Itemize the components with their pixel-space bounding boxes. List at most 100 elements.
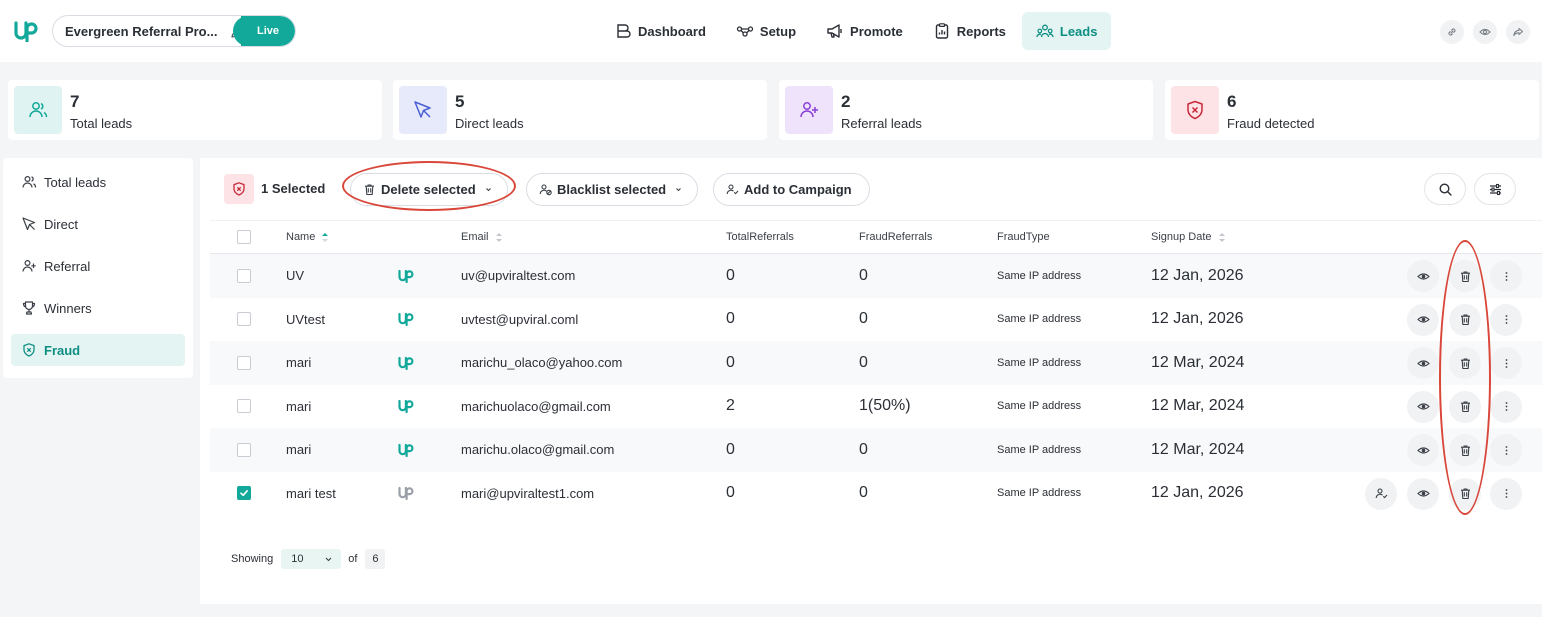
more-actions-button[interactable]	[1490, 477, 1522, 510]
view-lead-button[interactable]	[1407, 434, 1439, 466]
stat-icon-bg	[1171, 86, 1219, 134]
more-actions-button[interactable]	[1490, 434, 1522, 466]
table-row[interactable]: mari marichuolaco@gmail.com 2 1(50%) Sam…	[210, 385, 1542, 429]
nav-promote[interactable]: Promote	[812, 12, 917, 50]
sidebar-item-total-leads[interactable]: Total leads	[11, 166, 185, 198]
megaphone-icon	[827, 24, 842, 38]
pagination: Showing 10 of 6	[231, 548, 386, 570]
sidebar-item-referral[interactable]: Referral	[11, 250, 185, 282]
trash-icon	[1460, 357, 1470, 369]
lead-source	[398, 341, 414, 384]
table-row[interactable]: UVtest uvtest@upviral.coml 0 0 Same IP a…	[210, 298, 1542, 342]
view-lead-button[interactable]	[1407, 390, 1439, 423]
signup-date: 12 Mar, 2024	[1151, 440, 1245, 458]
sidebar-item-winners[interactable]: Winners	[11, 292, 185, 324]
table-row[interactable]: mari test mari@upviraltest1.com 0 0 Same…	[210, 472, 1542, 516]
stat-card-fraud-detected[interactable]: 6 Fraud detected	[1165, 80, 1539, 140]
add-to-campaign-row-button[interactable]	[1365, 477, 1397, 510]
row-select-cell	[237, 472, 251, 515]
nav-dashboard[interactable]: Dashboard	[600, 12, 720, 50]
delete-lead-button[interactable]	[1449, 303, 1481, 336]
table-row[interactable]: mari marichu_olaco@yahoo.com 0 0 Same IP…	[210, 341, 1542, 385]
delete-lead-button[interactable]	[1449, 260, 1481, 292]
column-header-total-referrals: TotalReferrals	[726, 231, 794, 243]
nav-reports[interactable]: Reports	[919, 12, 1020, 50]
delete-selected-button[interactable]: Delete selected	[350, 173, 508, 206]
eye-icon	[1479, 28, 1491, 36]
column-settings-button[interactable]	[1474, 173, 1516, 205]
upviral-source-icon	[398, 399, 414, 413]
share-button[interactable]	[1506, 20, 1530, 44]
shield-x-icon	[1187, 100, 1203, 120]
more-actions-button[interactable]	[1490, 390, 1522, 423]
row-checkbox[interactable]	[237, 312, 251, 326]
upviral-source-icon	[398, 356, 414, 370]
live-status-badge[interactable]: Live	[233, 16, 295, 46]
view-lead-button[interactable]	[1407, 260, 1439, 292]
showing-label: Showing	[231, 553, 274, 565]
search-button[interactable]	[1424, 173, 1466, 205]
stat-card-referral-leads[interactable]: 2 Referral leads	[779, 80, 1153, 140]
row-select-cell	[237, 341, 251, 384]
chevron-down-icon	[485, 188, 491, 192]
share-icon	[1513, 27, 1524, 37]
sort-icon	[495, 232, 502, 242]
fraud-type: Same IP address	[997, 487, 1082, 499]
table-row[interactable]: UV uv@upviraltest.com 0 0 Same IP addres…	[210, 254, 1542, 298]
more-actions-button[interactable]	[1490, 303, 1522, 336]
lead-name: mari test	[286, 485, 336, 501]
lead-name: UVtest	[286, 311, 326, 327]
column-header-name[interactable]: Name	[286, 231, 329, 243]
sidebar-item-fraud[interactable]: Fraud	[11, 334, 185, 366]
row-checkbox[interactable]	[237, 355, 251, 370]
sort-asc-icon	[322, 232, 329, 242]
selection-badge	[224, 174, 254, 204]
row-checkbox[interactable]	[237, 399, 251, 413]
column-header-signup-date[interactable]: Signup Date	[1151, 231, 1226, 243]
eye-icon	[1416, 446, 1430, 454]
preview-button[interactable]	[1473, 20, 1497, 44]
sort-icon	[1218, 232, 1225, 242]
lead-name: UV	[286, 268, 305, 283]
eye-icon	[1416, 403, 1430, 410]
stat-icon-bg	[785, 86, 833, 134]
row-checkbox[interactable]	[237, 268, 251, 283]
upviral-source-icon	[398, 486, 414, 500]
nav-leads[interactable]: Leads	[1021, 12, 1112, 50]
nav-setup[interactable]: Setup	[722, 12, 810, 50]
row-checkbox[interactable]	[237, 486, 251, 500]
view-lead-button[interactable]	[1407, 477, 1439, 510]
view-lead-button[interactable]	[1407, 347, 1439, 379]
delete-lead-button[interactable]	[1449, 434, 1481, 466]
upviral-logo[interactable]	[14, 20, 38, 42]
page-size-select[interactable]: 10	[281, 549, 342, 569]
select-all-checkbox[interactable]	[237, 230, 251, 244]
stat-card-direct-leads[interactable]: 5 Direct leads	[393, 80, 767, 140]
fraud-referrals: 0	[859, 266, 868, 284]
select-all-cell	[237, 230, 251, 244]
column-header-email[interactable]: Email	[461, 231, 503, 243]
stat-card-total-leads[interactable]: 7 Total leads	[8, 80, 382, 140]
user-check-icon	[1375, 488, 1387, 499]
more-actions-button[interactable]	[1490, 260, 1522, 292]
total-referrals: 0	[726, 440, 735, 458]
delete-lead-button[interactable]	[1449, 390, 1481, 423]
column-header-fraud-type: FraudType	[997, 231, 1050, 243]
table-row[interactable]: mari marichu.olaco@gmail.com 0 0 Same IP…	[210, 428, 1542, 472]
copy-link-button[interactable]	[1440, 20, 1464, 44]
cursor-icon	[414, 101, 431, 118]
sidebar-item-direct[interactable]: Direct	[11, 208, 185, 240]
delete-lead-button[interactable]	[1449, 477, 1481, 510]
add-to-campaign-button[interactable]: Add to Campaign	[713, 173, 870, 206]
row-select-cell	[237, 254, 251, 297]
more-actions-button[interactable]	[1490, 347, 1522, 379]
chevron-down-icon	[325, 557, 332, 562]
lead-email: mari@upviraltest1.com	[461, 485, 595, 501]
fraud-type: Same IP address	[997, 313, 1082, 325]
blacklist-selected-button[interactable]: Blacklist selected	[526, 173, 698, 206]
view-lead-button[interactable]	[1407, 303, 1439, 336]
delete-lead-button[interactable]	[1449, 347, 1481, 379]
campaign-switcher[interactable]: Evergreen Referral Pro... Live	[52, 15, 296, 47]
users-icon	[22, 175, 37, 188]
row-checkbox[interactable]	[237, 442, 251, 457]
